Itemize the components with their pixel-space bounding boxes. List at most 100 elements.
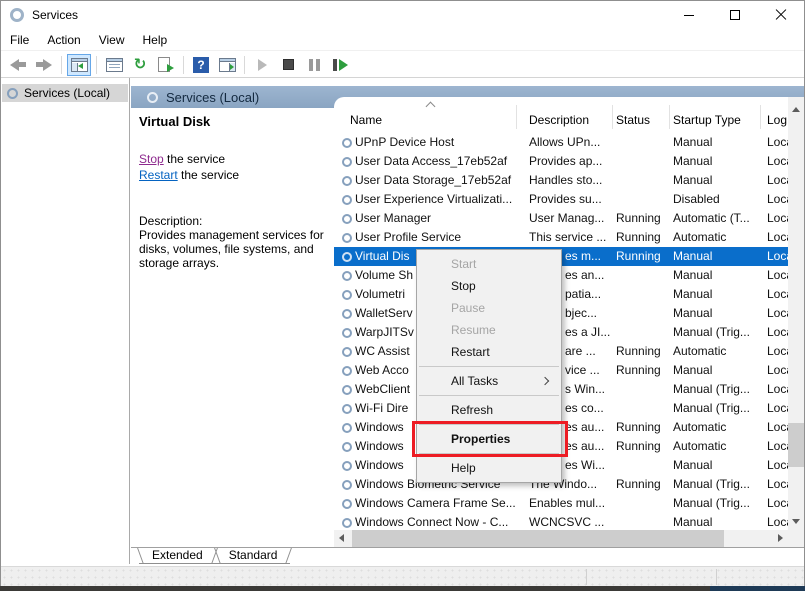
- service-logon-cell: Loca: [760, 437, 788, 456]
- toolbar: ↻?: [1, 52, 804, 78]
- toolbar-separator: [244, 56, 245, 74]
- table-row[interactable]: User Profile ServiceThis service ...Runn…: [334, 228, 788, 247]
- service-name-cell: User Data Access_17eb52af: [334, 152, 516, 171]
- close-button[interactable]: [758, 1, 804, 29]
- service-status-cell: Running: [612, 361, 669, 380]
- menu-help[interactable]: Help: [134, 30, 177, 50]
- service-status-cell: [612, 304, 669, 323]
- minimize-button[interactable]: [666, 1, 712, 29]
- scroll-down-icon[interactable]: [792, 519, 800, 524]
- vertical-scrollbar[interactable]: [788, 97, 804, 532]
- service-startup-cell: Manual: [669, 133, 760, 152]
- context-menu-item-properties[interactable]: Properties: [417, 428, 561, 450]
- pause-icon[interactable]: [302, 54, 326, 76]
- extended-detail-pane: Virtual Disk Stop the service Restart th…: [131, 108, 334, 547]
- service-gear-icon: [342, 480, 352, 490]
- menu-file[interactable]: File: [1, 30, 38, 50]
- column-header-log-on-as[interactable]: Log: [760, 113, 788, 127]
- show-tree-icon[interactable]: [67, 54, 91, 76]
- action-pane-icon[interactable]: [215, 54, 239, 76]
- restart-service-link[interactable]: Restart: [139, 168, 178, 182]
- table-row[interactable]: Windows Camera Frame Se...Enables mul...…: [334, 494, 788, 513]
- service-gear-icon: [342, 157, 352, 167]
- context-menu-item-refresh[interactable]: Refresh: [417, 399, 561, 421]
- context-menu-item-help[interactable]: Help: [417, 457, 561, 479]
- service-description-cell: This service ...: [516, 228, 612, 247]
- service-gear-icon: [342, 176, 352, 186]
- horizontal-scrollbar[interactable]: [334, 530, 788, 547]
- menu-separator: [419, 395, 559, 396]
- properties-list-icon[interactable]: [102, 54, 126, 76]
- description-line: storage arrays.: [139, 256, 326, 270]
- column-divider[interactable]: [669, 105, 670, 129]
- scroll-up-icon[interactable]: [792, 107, 800, 112]
- service-startup-cell: Manual (Trig...: [669, 323, 760, 342]
- service-logon-cell: Loca: [760, 380, 788, 399]
- toolbar-separator: [96, 56, 97, 74]
- stop-link-suffix: the service: [164, 152, 225, 166]
- column-divider[interactable]: [516, 105, 517, 129]
- table-row[interactable]: Windows Connect Now - C...WCNCSVC ...Man…: [334, 513, 788, 530]
- context-menu-item-all-tasks[interactable]: All Tasks: [417, 370, 561, 392]
- service-gear-icon: [342, 499, 352, 509]
- app-gear-icon: [10, 8, 24, 22]
- menu-view[interactable]: View: [90, 30, 134, 50]
- scroll-right-icon[interactable]: [778, 534, 783, 542]
- service-description: Description: Provides management service…: [139, 214, 326, 270]
- table-row[interactable]: User ManagerUser Manag...RunningAutomati…: [334, 209, 788, 228]
- description-line: disks, volumes, file systems, and: [139, 242, 326, 256]
- forward-icon[interactable]: [32, 54, 56, 76]
- vertical-scroll-thumb[interactable]: [788, 423, 804, 467]
- taskbar-edge-right: [710, 586, 805, 591]
- context-menu-item-restart[interactable]: Restart: [417, 341, 561, 363]
- service-startup-cell: Manual: [669, 152, 760, 171]
- export-list-icon[interactable]: [154, 54, 178, 76]
- service-logon-cell: Loca: [760, 399, 788, 418]
- pane-header-gear-icon: [147, 92, 158, 103]
- service-status-cell: Running: [612, 475, 669, 494]
- scroll-left-icon[interactable]: [339, 534, 344, 542]
- service-logon-cell: Loca: [760, 247, 788, 266]
- restart-step-icon[interactable]: [328, 54, 352, 76]
- maximize-button[interactable]: [712, 1, 758, 29]
- table-row[interactable]: UPnP Device HostAllows UPn...ManualLoca: [334, 133, 788, 152]
- restart-link-suffix: the service: [178, 168, 239, 182]
- play-icon[interactable]: [250, 54, 274, 76]
- column-divider[interactable]: [760, 105, 761, 129]
- service-status-cell: Running: [612, 247, 669, 266]
- service-name-cell: User Manager: [334, 209, 516, 228]
- service-gear-icon: [342, 290, 352, 300]
- tree-item-services-local[interactable]: Services (Local): [2, 84, 128, 102]
- toolbar-separator: [61, 56, 62, 74]
- context-menu-item-start: Start: [417, 253, 561, 275]
- back-icon[interactable]: [6, 54, 30, 76]
- column-header-status[interactable]: Status: [612, 113, 669, 127]
- refresh-icon[interactable]: ↻: [128, 54, 152, 76]
- stop-service-link[interactable]: Stop: [139, 152, 164, 166]
- service-name-cell: Windows Connect Now - C...: [334, 513, 516, 530]
- table-row[interactable]: User Data Storage_17eb52afHandles sto...…: [334, 171, 788, 190]
- service-status-cell: [612, 494, 669, 513]
- context-menu-item-stop[interactable]: Stop: [417, 275, 561, 297]
- service-logon-cell: Loca: [760, 171, 788, 190]
- service-status-cell: [612, 513, 669, 530]
- service-name-cell: User Profile Service: [334, 228, 516, 247]
- toolbar-separator: [183, 56, 184, 74]
- table-row[interactable]: User Data Access_17eb52afProvides ap...M…: [334, 152, 788, 171]
- column-header-description[interactable]: Description: [516, 113, 612, 127]
- menu-action[interactable]: Action: [38, 30, 89, 50]
- tab-standard[interactable]: Standard: [216, 548, 291, 564]
- help-icon[interactable]: ?: [189, 54, 213, 76]
- services-list-panel: Name Description Status Startup Type Log…: [334, 97, 804, 547]
- column-header-name[interactable]: Name: [334, 113, 516, 127]
- service-logon-cell: Loca: [760, 494, 788, 513]
- services-window: Services File Action View Help ↻? Servic…: [0, 0, 805, 586]
- table-row[interactable]: User Experience Virtualizati...Provides …: [334, 190, 788, 209]
- column-divider[interactable]: [612, 105, 613, 129]
- service-logon-cell: Loca: [760, 513, 788, 530]
- column-header-startup-type[interactable]: Startup Type: [669, 113, 760, 127]
- horizontal-scroll-thumb[interactable]: [352, 530, 724, 547]
- service-logon-cell: Loca: [760, 152, 788, 171]
- tab-extended[interactable]: Extended: [139, 548, 216, 564]
- stop-icon[interactable]: [276, 54, 300, 76]
